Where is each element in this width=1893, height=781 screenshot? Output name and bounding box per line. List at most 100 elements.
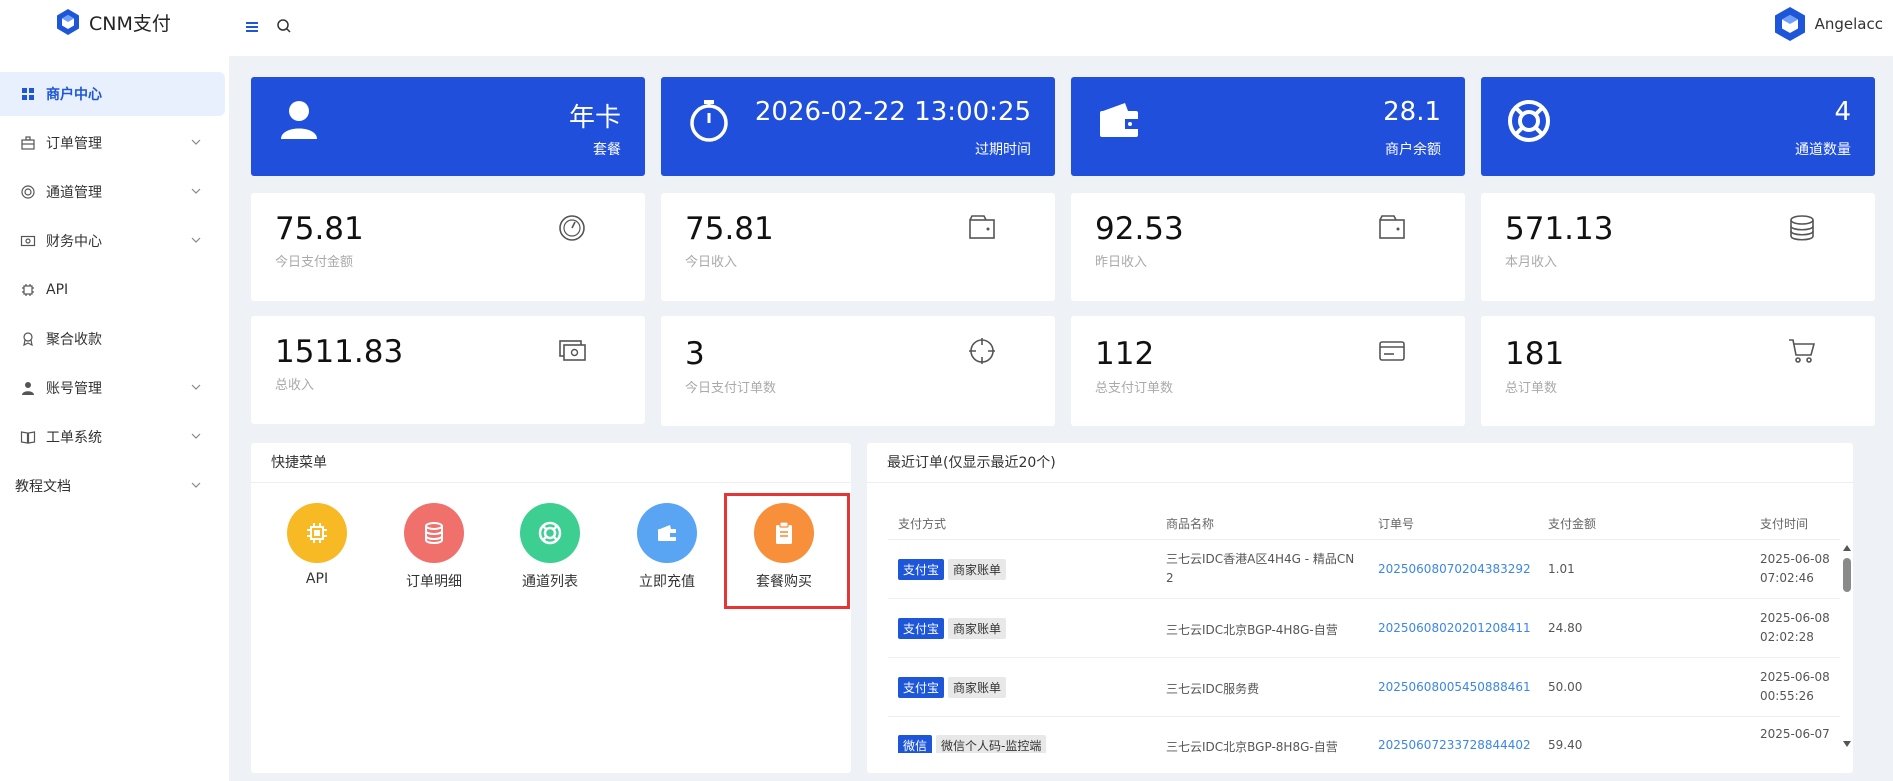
- stopwatch-icon: [690, 100, 728, 142]
- stat-caption: 总订单数: [1505, 381, 1558, 396]
- order-number-link[interactable]: 20250608020201208411: [1378, 621, 1531, 635]
- amount-cell: 59.40: [1548, 738, 1583, 752]
- sidebar-item-api[interactable]: API: [0, 268, 225, 312]
- stat-value: 75.81: [275, 211, 364, 247]
- column-header: 支付方式: [898, 517, 947, 531]
- sidebar-item-label: 通道管理: [46, 185, 102, 201]
- channel-count-value: 4: [1834, 97, 1851, 127]
- sidebar-item-tickets[interactable]: 工单系统: [0, 415, 225, 459]
- menu-toggle-icon[interactable]: [246, 18, 258, 36]
- payment-method-tag: 微信: [898, 735, 933, 753]
- sidebar-item-docs[interactable]: 教程文档: [0, 464, 225, 508]
- brand[interactable]: CNM支付: [55, 8, 171, 36]
- grid-icon: [22, 88, 34, 100]
- channel-tag: 商家账单: [948, 618, 1007, 639]
- brand-name: CNM支付: [89, 12, 171, 35]
- recent-orders-title: 最近订单(仅显示最近20个): [867, 443, 1853, 483]
- stat-caption: 昨日收入: [1095, 255, 1148, 270]
- stat-card-today-payment: 75.81 今日支付金额: [251, 193, 645, 301]
- quick-channel-list-button[interactable]: 通道列表: [520, 503, 580, 591]
- payment-method-cell: 支付宝 商家账单: [898, 677, 1007, 698]
- sidebar-item-label: 工单系统: [46, 430, 102, 446]
- scroll-down-icon[interactable]: [1843, 741, 1851, 747]
- payment-method-tag: 支付宝: [898, 677, 945, 698]
- expiry-caption: 过期时间: [975, 142, 1031, 158]
- amount-cell: 1.01: [1548, 562, 1575, 576]
- chip-icon: [22, 284, 34, 296]
- stat-value: 571.13: [1505, 211, 1614, 247]
- payment-method-tag: 支付宝: [898, 559, 945, 580]
- quick-api-circle: [287, 503, 347, 563]
- amount-cell: 24.80: [1548, 621, 1583, 635]
- sidebar-item-label: 财务中心: [46, 234, 102, 250]
- chevron-down-icon: [191, 384, 201, 390]
- product-cell: 三七云IDC北京BGP-4H8G-自营: [1166, 623, 1338, 637]
- orders-scrollbar[interactable]: [1842, 545, 1852, 750]
- date-line: 2025-06-08: [1760, 611, 1830, 625]
- stat-caption: 本月收入: [1505, 255, 1558, 270]
- time-line: 07:02:46: [1760, 571, 1814, 585]
- stat-card-yesterday-income: 92.53 昨日收入: [1071, 193, 1465, 301]
- sidebar-item-label: 订单管理: [46, 136, 102, 152]
- product-cell: 三七云IDC香港A区4H4G - 精品CN 2: [1166, 550, 1354, 588]
- database-icon: [425, 522, 443, 544]
- order-number-link[interactable]: 20250608005450888461: [1378, 680, 1531, 694]
- stat-value: 75.81: [685, 211, 774, 247]
- quick-item-label: 通道列表: [522, 574, 578, 590]
- channel-count-card: 4 通道数量: [1481, 77, 1875, 176]
- stat-value: 181: [1505, 336, 1565, 372]
- order-number-link[interactable]: 20250608070204383292: [1378, 562, 1531, 576]
- plan-card: 年卡 套餐: [251, 77, 645, 176]
- stat-card-today-income: 75.81 今日收入: [661, 193, 1055, 301]
- expiry-card: 2026-02-22 13:00:25 过期时间: [661, 77, 1055, 176]
- stat-value: 92.53: [1095, 211, 1184, 247]
- chevron-down-icon: [191, 237, 201, 243]
- money-icon: [20, 235, 36, 247]
- balance-value: 28.1: [1383, 97, 1441, 127]
- column-header: 支付时间: [1760, 517, 1809, 531]
- wallet-icon: [1100, 103, 1138, 137]
- quick-api-button[interactable]: API: [287, 503, 347, 587]
- product-cell: 三七云IDC服务费: [1166, 682, 1260, 696]
- amount-cell: 50.00: [1548, 680, 1583, 694]
- stat-value: 112: [1095, 336, 1155, 372]
- product-name-line: 2: [1166, 571, 1174, 585]
- sidebar-item-channels[interactable]: 通道管理: [0, 170, 225, 214]
- badge-icon: [23, 332, 33, 347]
- quick-channel-list-circle: [520, 503, 580, 563]
- stat-card-total-orders: 181 总订单数: [1481, 316, 1875, 426]
- sidebar-item-aggregate-payment[interactable]: 聚合收款: [0, 317, 225, 361]
- table-row: 微信 微信个人码-监控端 三七云IDC北京BGP-8H8G-自营 20250607…: [888, 716, 1840, 753]
- time-cell: 2025-06-08 00:55:26: [1760, 668, 1830, 706]
- column-header: 订单号: [1378, 517, 1415, 531]
- payment-method-cell: 支付宝 商家账单: [898, 559, 1007, 580]
- quick-recharge-circle: [637, 503, 697, 563]
- sidebar-item-merchant-center[interactable]: 商户中心: [0, 72, 225, 116]
- chevron-down-icon: [191, 188, 201, 194]
- payment-method-tag: 支付宝: [898, 618, 945, 639]
- quick-order-detail-button[interactable]: 订单明细: [404, 503, 464, 591]
- briefcase-icon: [21, 136, 35, 150]
- credit-card-icon: [1379, 341, 1405, 361]
- stat-caption: 总收入: [275, 378, 315, 393]
- table-row: 支付宝 商家账单 三七云IDC香港A区4H4G - 精品CN 2 20250608…: [888, 539, 1840, 598]
- search-icon[interactable]: [275, 17, 293, 35]
- sidebar-item-label: 聚合收款: [46, 332, 102, 348]
- quick-item-label: API: [305, 571, 329, 587]
- column-header: 商品名称: [1166, 517, 1215, 531]
- user-icon: [281, 101, 317, 139]
- table-row: 支付宝 商家账单 三七云IDC北京BGP-4H8G-自营 202506080202…: [888, 598, 1840, 657]
- scroll-thumb[interactable]: [1843, 558, 1851, 592]
- user-menu[interactable]: Angelacc: [1773, 6, 1883, 42]
- user-icon: [22, 382, 34, 395]
- wallet-icon: [969, 215, 995, 239]
- sidebar-item-accounts[interactable]: 账号管理: [0, 366, 225, 410]
- order-number-link[interactable]: 20250607233728844402: [1378, 738, 1531, 752]
- scroll-up-icon[interactable]: [1843, 545, 1851, 551]
- sidebar-item-orders[interactable]: 订单管理: [0, 121, 225, 165]
- sidebar-item-finance[interactable]: 财务中心: [0, 219, 225, 263]
- quick-recharge-button[interactable]: 立即充值: [637, 503, 697, 591]
- lifebuoy-icon: [538, 521, 562, 545]
- lifebuoy-icon: [21, 185, 35, 199]
- quick-order-detail-circle: [404, 503, 464, 563]
